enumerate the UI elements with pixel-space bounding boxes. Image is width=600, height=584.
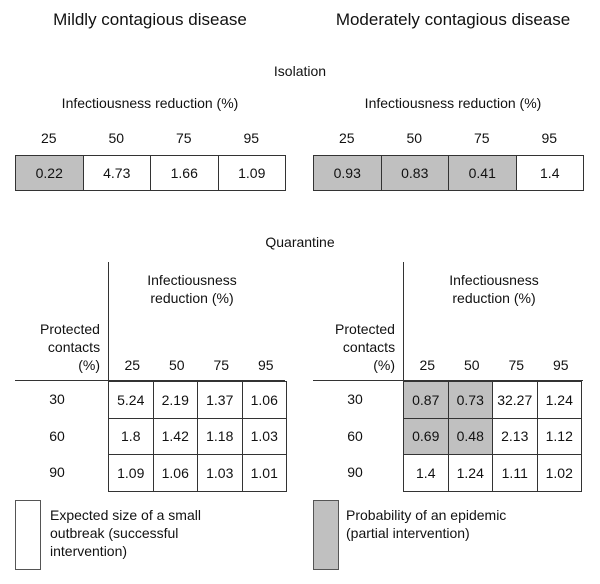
quarantine-col-header-left: 25 — [124, 357, 141, 373]
quarantine-row-header-right: 30 — [347, 391, 363, 407]
quarantine-col-header-left: 75 — [213, 357, 230, 373]
quarantine-cell-left: 1.01 — [241, 454, 287, 492]
quarantine-cell-right: 32.27 — [492, 381, 538, 419]
quarantine-cell-left: 1.06 — [152, 454, 198, 492]
quarantine-cell-left: 2.19 — [152, 381, 198, 419]
divider-vertical-left — [108, 262, 109, 380]
isolation-cell-right: 0.83 — [380, 155, 449, 191]
legend-text-white: Expected size of a small outbreak (succe… — [50, 507, 201, 559]
quarantine-cell-right: 1.4 — [403, 454, 449, 492]
quarantine-cell-left: 1.18 — [197, 417, 243, 455]
quarantine-cell-left: 1.03 — [197, 454, 243, 492]
quarantine-col-header-right: 95 — [552, 357, 569, 373]
quarantine-axis-label-left-2: reduction (%) — [150, 290, 234, 306]
quarantine-col-header-left: 50 — [168, 357, 185, 373]
quarantine-cell-left: 1.09 — [108, 454, 154, 492]
figure: Mildly contagious disease Moderately con… — [0, 0, 600, 584]
isolation-col-header-right: 75 — [473, 130, 490, 146]
quarantine-cell-right: 1.12 — [536, 417, 582, 455]
quarantine-cell-right: 1.11 — [492, 454, 538, 492]
quarantine-cell-left: 1.03 — [241, 417, 287, 455]
isolation-cell-right: 0.93 — [313, 155, 382, 191]
isolation-cell-left: 1.09 — [217, 155, 286, 191]
quarantine-cell-left: 5.24 — [108, 381, 154, 419]
quarantine-cell-left: 1.06 — [241, 381, 287, 419]
isolation-cell-left: 4.73 — [82, 155, 151, 191]
isolation-axis-label-right: Infectiousness reduction (%) — [364, 95, 542, 111]
isolation-cell-right: 1.4 — [515, 155, 584, 191]
quarantine-cell-right: 1.02 — [536, 454, 582, 492]
quarantine-cell-right: 0.69 — [403, 417, 449, 455]
isolation-col-header-right: 50 — [406, 130, 423, 146]
quarantine-cell-right: 1.24 — [447, 454, 493, 492]
quarantine-row-header-left: 60 — [49, 427, 65, 444]
quarantine-col-header-right: 25 — [419, 357, 436, 373]
isolation-col-header-right: 95 — [541, 130, 558, 146]
quarantine-cell-right: 2.13 — [492, 417, 538, 455]
isolation-cell-right: 0.41 — [448, 155, 517, 191]
isolation-col-header-left: 75 — [175, 130, 192, 146]
title-mild: Mildly contagious disease — [53, 10, 247, 29]
quarantine-cell-left: 1.37 — [197, 381, 243, 419]
divider-vertical-right — [403, 262, 404, 380]
isolation-cell-left: 1.66 — [150, 155, 219, 191]
quarantine-axis-label-left-1: Infectiousness — [147, 272, 237, 288]
quarantine-col-header-right: 50 — [463, 357, 480, 373]
quarantine-row-header-left: 90 — [49, 464, 65, 480]
quarantine-cell-right: 0.87 — [403, 381, 449, 419]
row-label-left-3: (%) — [78, 357, 100, 373]
quarantine-cell-left: 1.42 — [152, 417, 198, 455]
quarantine-cell-left: 1.8 — [108, 417, 154, 455]
legend-swatch-white — [15, 500, 41, 570]
quarantine-col-header-right: 75 — [508, 357, 525, 373]
quarantine-axis-label-right-2: reduction (%) — [452, 290, 536, 306]
quarantine-cell-right: 0.73 — [447, 381, 493, 419]
quarantine-cell-right: 0.48 — [447, 417, 493, 455]
isolation-axis-label-left: Infectiousness reduction (%) — [61, 95, 239, 111]
isolation-col-header-left: 50 — [108, 130, 125, 146]
quarantine-label: Quarantine — [265, 234, 335, 250]
isolation-col-header-right: 25 — [338, 130, 355, 146]
quarantine-row-header-left: 30 — [49, 391, 65, 407]
row-label-right-1: Protected — [335, 321, 395, 337]
row-label-left-2: contacts — [47, 339, 101, 355]
quarantine-row-header-right: 90 — [347, 464, 363, 480]
legend-swatch-gray — [313, 500, 339, 570]
quarantine-col-header-left: 95 — [257, 357, 274, 373]
isolation-col-header-left: 95 — [243, 130, 260, 146]
title-moderate: Moderately contagious disease — [335, 10, 571, 29]
legend-text-gray: Probability of an epidemic (partial inte… — [346, 507, 507, 541]
quarantine-axis-label-right-1: Infectiousness — [449, 272, 539, 288]
quarantine-row-header-right: 60 — [347, 427, 363, 444]
row-label-right-3: (%) — [373, 357, 395, 373]
row-label-right-2: contacts — [342, 339, 396, 355]
row-label-left-1: Protected — [40, 321, 100, 337]
isolation-label: Isolation — [273, 63, 327, 79]
quarantine-cell-right: 1.24 — [536, 381, 582, 419]
isolation-col-header-left: 25 — [40, 130, 57, 146]
isolation-cell-left: 0.22 — [15, 155, 84, 191]
